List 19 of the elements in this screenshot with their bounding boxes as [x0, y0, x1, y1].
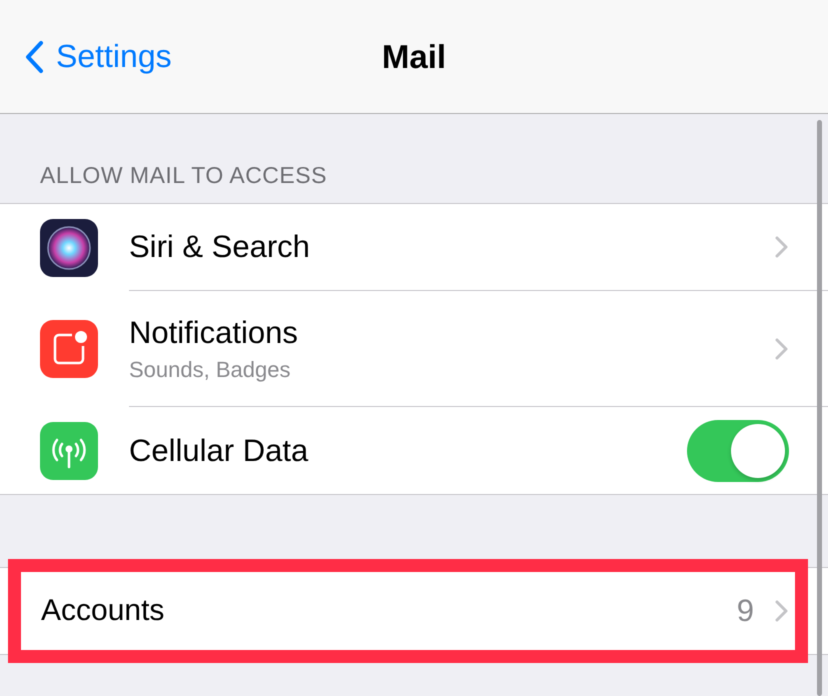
- row-label: Siri & Search: [129, 229, 311, 265]
- chevron-icon: [774, 336, 788, 360]
- section-header: ALLOW MAIL TO ACCESS: [39, 161, 328, 190]
- account-count: 9: [736, 593, 754, 629]
- row-label: Cellular Data: [129, 432, 310, 468]
- accounts-row[interactable]: Accounts 9: [0, 568, 828, 654]
- nav-title: Mail: [382, 38, 446, 76]
- notification-badge-icon: [40, 320, 98, 378]
- back-chevron-icon: [24, 40, 44, 74]
- antenna-icon: [40, 422, 98, 480]
- siri-orb-icon: [40, 218, 98, 276]
- chevron-icon: [774, 235, 788, 259]
- settings-row[interactable]: Siri & Search: [0, 204, 828, 291]
- row-subtitle: Sounds, Badges: [129, 356, 292, 382]
- chevron-icon: [774, 599, 788, 623]
- back-button[interactable]: Settings: [0, 37, 178, 76]
- row-label: Accounts: [41, 594, 166, 628]
- settings-row[interactable]: Cellular Data: [0, 407, 828, 494]
- row-label: Notifications: [129, 314, 299, 350]
